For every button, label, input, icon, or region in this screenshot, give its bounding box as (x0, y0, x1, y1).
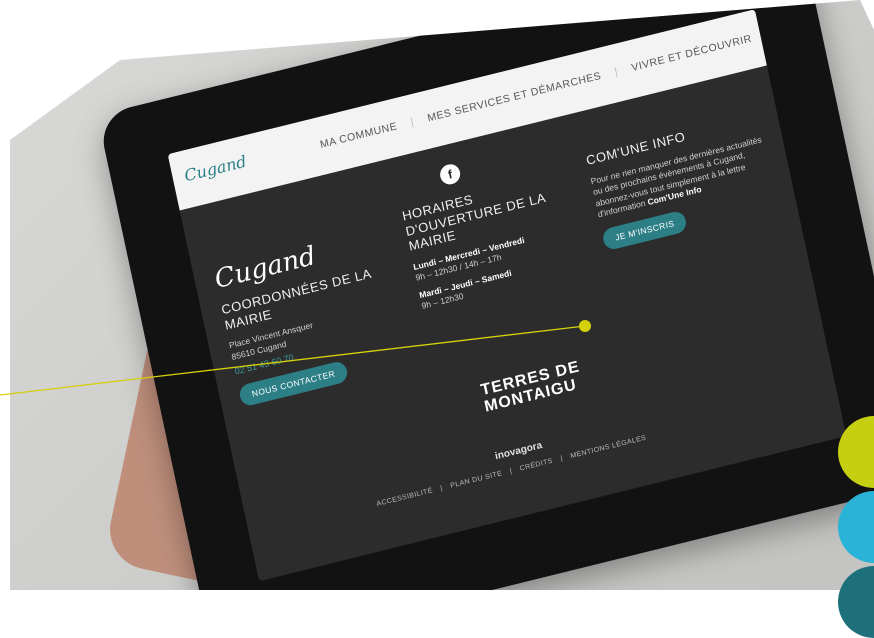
facebook-icon[interactable]: f (438, 162, 463, 187)
tablet-screen: Cugand MA COMMUNE | MES SERVICES ET DÉMA… (167, 9, 847, 582)
footer-link-mentions[interactable]: MENTIONS LÉGALES (570, 435, 647, 460)
nav-item-services[interactable]: MES SERVICES ET DÉMARCHES (426, 70, 602, 125)
site-logo[interactable]: Cugand (183, 152, 248, 186)
terres-de-montaigu-logo[interactable]: TERRES DE MONTAIGU (479, 358, 585, 416)
footer-separator: | (439, 484, 444, 493)
nav-item-vivre[interactable]: VIVRE ET DÉCOUVRIR (630, 33, 752, 74)
footer-link-credits[interactable]: CRÉDITS (519, 458, 553, 473)
nav-separator: | (409, 116, 416, 129)
nav-separator: | (613, 65, 620, 79)
footer-separator: | (509, 467, 513, 476)
newsletter-column: COM'UNE INFO Pour ne rien manquer des de… (585, 110, 782, 252)
footer-links: ACCESSIBILITÉ | PLAN DU SITE | CRÉDITS |… (376, 435, 647, 508)
agency-logo[interactable]: inovagora (494, 440, 543, 462)
tablet: Cugand MA COMMUNE | MES SERVICES ET DÉMA… (97, 0, 874, 590)
photo-background: Cugand MA COMMUNE | MES SERVICES ET DÉMA… (10, 0, 874, 590)
footer-link-plan[interactable]: PLAN DU SITE (450, 470, 503, 490)
footer-link-accessibilite[interactable]: ACCESSIBILITÉ (376, 487, 434, 508)
hours-column: HORAIRES D'OUVERTURE DE LA MAIRIE Lundi … (401, 168, 590, 313)
contact-column: Cugand COORDONNÉES DE LA MAIRIE Place Vi… (212, 225, 409, 408)
footer-separator: | (559, 455, 564, 463)
nav-item-ma-commune[interactable]: MA COMMUNE (319, 120, 398, 151)
